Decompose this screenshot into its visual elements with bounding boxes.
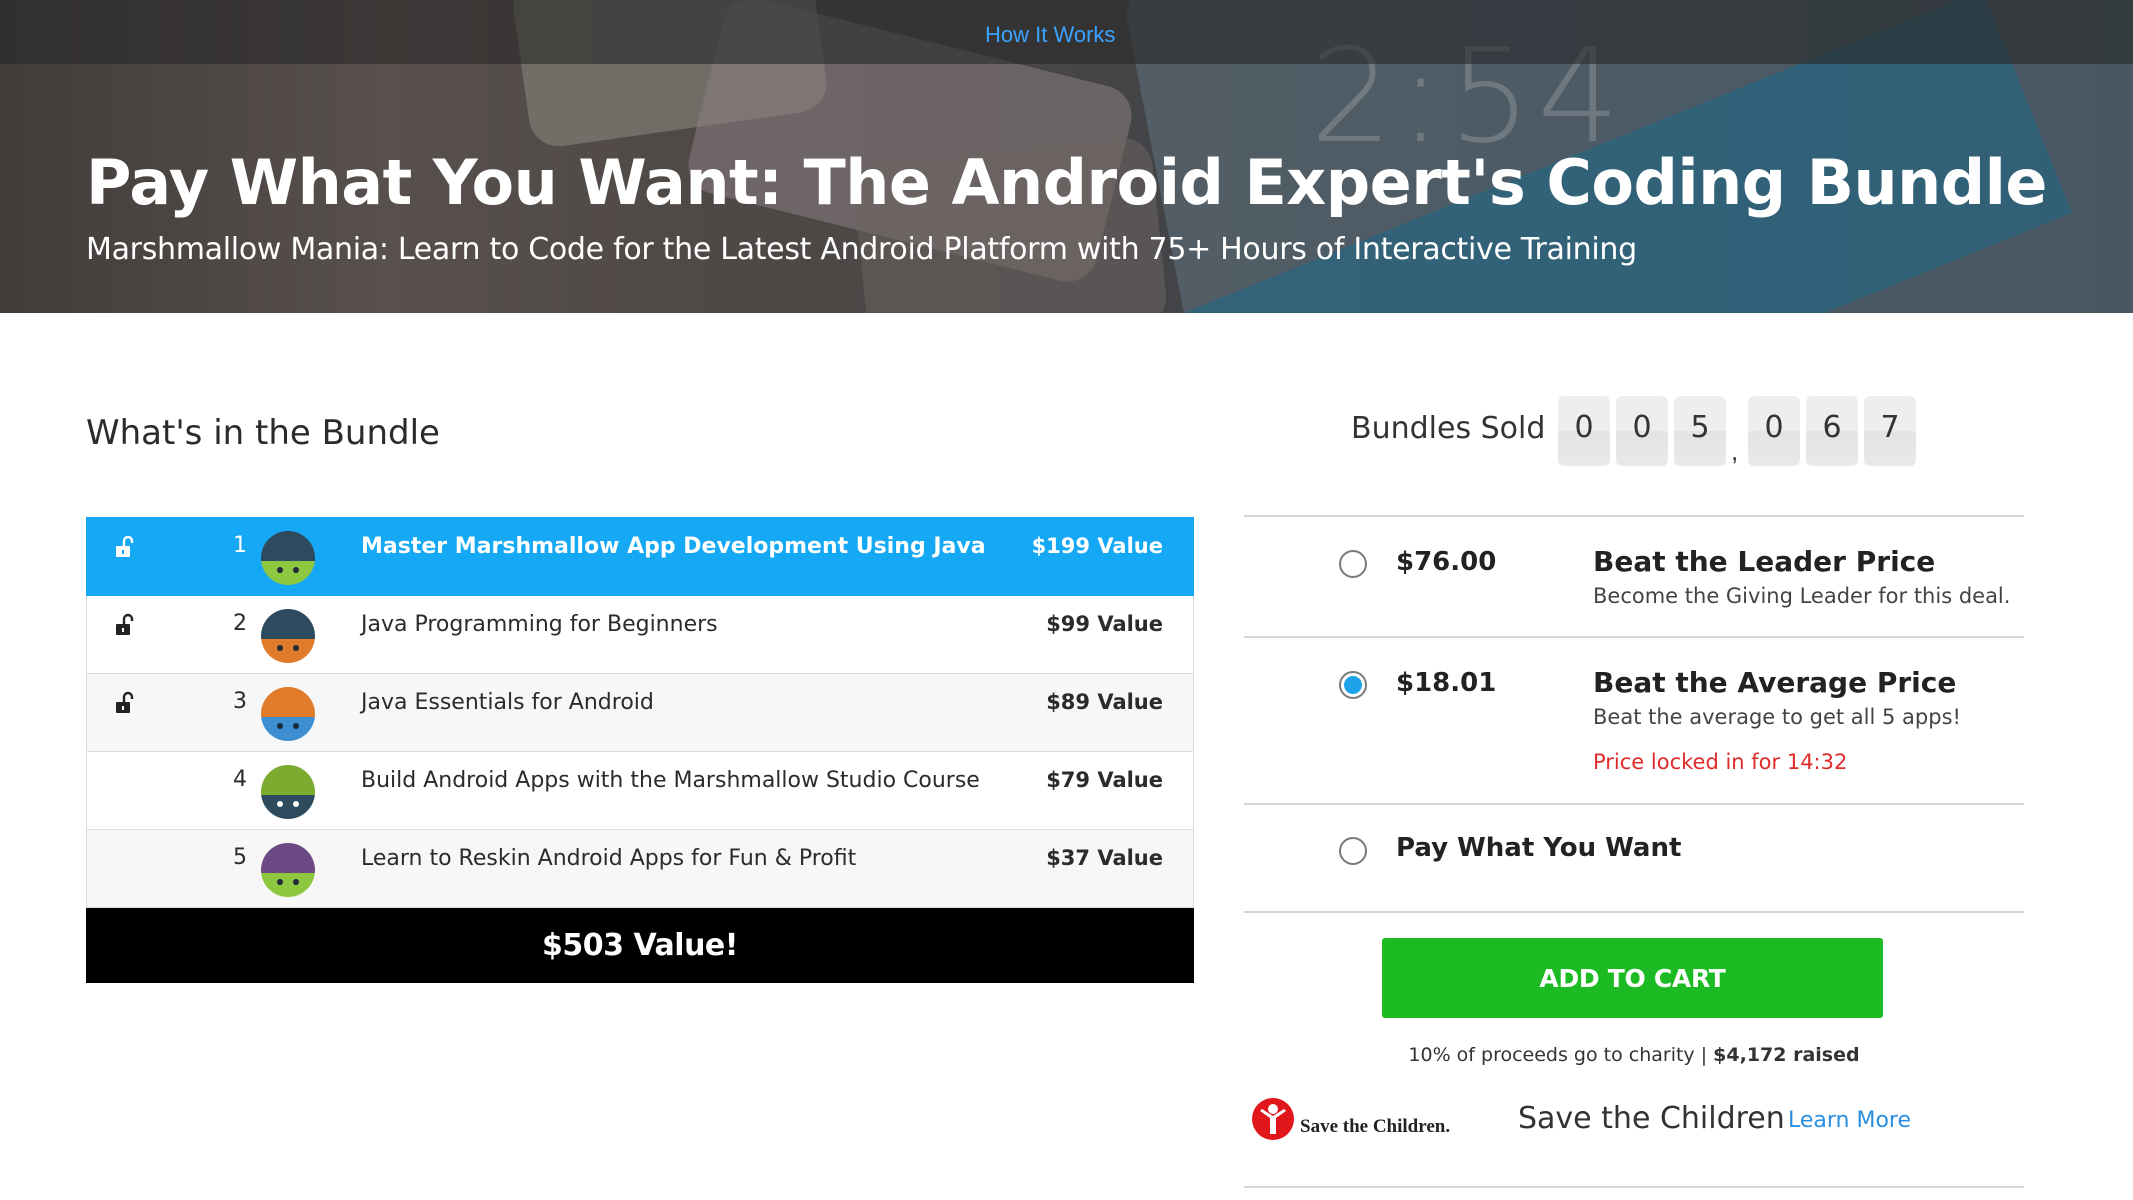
counter-digit: 0 <box>1558 396 1610 466</box>
unlock-icon <box>116 613 134 635</box>
bundle-item[interactable]: 4 Build Android Apps with the Marshmallo… <box>86 752 1194 830</box>
android-course-icon <box>261 687 315 741</box>
option-description: Become the Giving Leader for this deal. <box>1593 584 2011 608</box>
leader-price-radio[interactable] <box>1339 550 1367 578</box>
item-number: 5 <box>233 845 247 870</box>
price-lock-timer: Price locked in for 14:32 <box>1593 750 1848 774</box>
counter-separator: , <box>1731 436 1739 466</box>
unlock-icon <box>116 691 134 713</box>
course-title[interactable]: Build Android Apps with the Marshmallow … <box>361 768 980 793</box>
unlock-icon <box>116 535 134 557</box>
course-title[interactable]: Java Programming for Beginners <box>361 612 718 637</box>
divider <box>1244 636 2024 638</box>
page-title: Pay What You Want: The Android Expert's … <box>86 146 2047 219</box>
course-value: $99 Value <box>1046 612 1163 636</box>
average-price-radio[interactable] <box>1339 671 1367 699</box>
counter-digit: 0 <box>1616 396 1668 466</box>
charity-name: Save the Children <box>1518 1101 1785 1136</box>
android-course-icon <box>261 531 315 585</box>
counter-digit: 5 <box>1674 396 1726 466</box>
add-to-cart-button[interactable]: ADD TO CART <box>1382 938 1883 1018</box>
item-number: 2 <box>233 611 247 636</box>
option-title: Pay What You Want <box>1396 833 1682 863</box>
item-number: 3 <box>233 689 247 714</box>
learn-more-link[interactable]: Learn More <box>1788 1108 1911 1133</box>
item-number: 1 <box>233 533 247 558</box>
bundle-total-value: $503 Value! <box>86 908 1194 983</box>
charity-separator: | <box>1700 1044 1708 1066</box>
android-course-icon <box>261 843 315 897</box>
how-it-works-link[interactable]: How It Works <box>985 22 1115 48</box>
charity-text: 10% of proceeds go to charity <box>1408 1044 1695 1066</box>
android-course-icon <box>261 609 315 663</box>
pay-what-you-want-radio[interactable] <box>1339 837 1367 865</box>
item-number: 4 <box>233 767 247 792</box>
option-price: $18.01 <box>1396 668 1497 698</box>
course-title[interactable]: Java Essentials for Android <box>361 690 654 715</box>
charity-raised: $4,172 raised <box>1713 1044 1860 1066</box>
hero-banner: 2:54 How It Works Pay What You Want: The… <box>0 0 2133 313</box>
counter-digit: 0 <box>1748 396 1800 466</box>
bundle-item[interactable]: 3 Java Essentials for Android $89 Value <box>86 674 1194 752</box>
save-the-children-logo: Save the Children. <box>1250 1096 1480 1144</box>
bundle-item[interactable]: 2 Java Programming for Beginners $99 Val… <box>86 596 1194 674</box>
counter-digit: 7 <box>1864 396 1916 466</box>
save-the-children-icon <box>1252 1098 1294 1140</box>
divider <box>1244 911 2024 913</box>
bundle-heading: What's in the Bundle <box>86 413 440 453</box>
course-title[interactable]: Master Marshmallow App Development Using… <box>361 534 986 559</box>
course-value: $199 Value <box>1031 534 1163 558</box>
option-description: Beat the average to get all 5 apps! <box>1593 705 1961 729</box>
course-title[interactable]: Learn to Reskin Android Apps for Fun & P… <box>361 846 856 871</box>
charity-info: 10% of proceeds go to charity | $4,172 r… <box>1244 1044 2024 1066</box>
bundle-item[interactable]: 1 Master Marshmallow App Development Usi… <box>86 517 1194 596</box>
bundle-list: 1 Master Marshmallow App Development Usi… <box>86 517 1194 983</box>
logo-text: Save the Children. <box>1300 1116 1451 1137</box>
divider <box>1244 515 2024 517</box>
option-price: $76.00 <box>1396 547 1497 577</box>
bundle-item[interactable]: 5 Learn to Reskin Android Apps for Fun &… <box>86 830 1194 908</box>
page-subtitle: Marshmallow Mania: Learn to Code for the… <box>86 232 1637 267</box>
option-title: Beat the Average Price <box>1593 666 1957 699</box>
option-title: Beat the Leader Price <box>1593 545 1936 578</box>
android-course-icon <box>261 765 315 819</box>
divider <box>1244 803 2024 805</box>
bundles-sold-label: Bundles Sold <box>1351 411 1546 446</box>
divider <box>1244 1186 2024 1188</box>
course-value: $89 Value <box>1046 690 1163 714</box>
counter-digit: 6 <box>1806 396 1858 466</box>
course-value: $37 Value <box>1046 846 1163 870</box>
course-value: $79 Value <box>1046 768 1163 792</box>
